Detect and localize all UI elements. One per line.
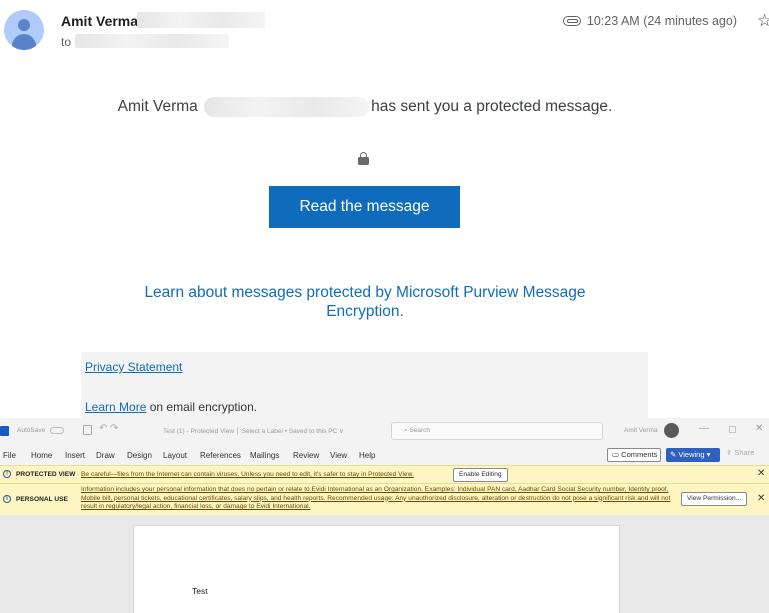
user-name[interactable]: Amit Verma [624, 427, 658, 434]
user-avatar[interactable] [664, 423, 679, 438]
ribbon-tabs: File Home Insert Draw Design Layout Refe… [0, 445, 769, 465]
email-time: 10:23 AM (24 minutes ago) [586, 14, 737, 28]
learn-more-link[interactable]: Learn More [85, 400, 146, 414]
minimize-icon[interactable]: — [699, 423, 709, 434]
sender-avatar[interactable] [4, 10, 44, 50]
close-icon[interactable]: ✕ [755, 423, 763, 434]
view-permission-button[interactable]: View Permission... [681, 492, 748, 506]
tab-home[interactable]: Home [31, 451, 52, 460]
tab-review[interactable]: Review [293, 451, 319, 460]
learn-more-suffix: on email encryption. [149, 400, 258, 414]
save-icon[interactable] [83, 425, 92, 435]
protected-text: has sent you a protected message. [371, 98, 613, 116]
learn-more-line: Learn More on email encryption. [85, 400, 257, 414]
privacy-statement-link[interactable]: Privacy Statement [85, 360, 182, 374]
person-icon-head [18, 19, 30, 31]
redacted-sender-email [137, 12, 265, 28]
tab-mailings[interactable]: Mailings [250, 451, 279, 460]
sender-name[interactable]: Amit Verma [61, 13, 138, 29]
tab-file[interactable]: File [3, 451, 16, 460]
comments-button[interactable]: ▭ Comments [607, 448, 661, 462]
personal-use-message[interactable]: Information includes your personal infor… [81, 486, 671, 512]
close-bar-icon[interactable]: ✕ [757, 493, 765, 504]
learn-about-encryption-link[interactable]: Learn about messages protected by Micros… [130, 283, 600, 321]
tab-insert[interactable]: Insert [65, 451, 85, 460]
comment-icon: ▭ [612, 450, 622, 459]
protected-view-title: PROTECTED VIEW [16, 471, 76, 478]
protected-sender: Amit Verma [117, 98, 198, 116]
email-meta: 10:23 AM (24 minutes ago) [562, 14, 737, 28]
tab-design[interactable]: Design [127, 451, 152, 460]
tab-help[interactable]: Help [359, 451, 375, 460]
star-icon[interactable]: ☆ [757, 11, 769, 31]
undo-icon[interactable]: ↶ ↷ [99, 423, 119, 434]
viewing-mode-button[interactable]: ✎ Viewing ▾ [666, 448, 720, 462]
tab-layout[interactable]: Layout [163, 451, 187, 460]
document-text[interactable]: Test [192, 586, 208, 596]
search-placeholder: Search [409, 427, 431, 434]
share-button[interactable]: ⇪ Share [726, 448, 754, 457]
viewing-label: Viewing [678, 450, 705, 459]
redacted-recipient [75, 34, 229, 48]
word-titlebar: AutoSave ↶ ↷ Test (1) - Protected View │… [0, 418, 769, 445]
info-icon: i [3, 495, 11, 503]
protected-view-bar: ! PROTECTED VIEW Be careful—files from t… [0, 465, 769, 483]
enable-editing-button[interactable]: Enable Editing [453, 468, 508, 482]
maximize-icon[interactable]: ▢ [728, 424, 737, 435]
redacted-sender-address [204, 97, 370, 117]
autosave-toggle[interactable] [50, 427, 64, 434]
protected-view-message[interactable]: Be careful—files from the Internet can c… [81, 471, 414, 478]
tab-references[interactable]: References [200, 451, 241, 460]
comments-label: Comments [621, 450, 658, 459]
shield-icon: ! [3, 470, 11, 478]
document-page[interactable]: Test [133, 525, 620, 613]
word-window: AutoSave ↶ ↷ Test (1) - Protected View │… [0, 418, 769, 613]
tab-view[interactable]: View [330, 451, 347, 460]
read-message-button[interactable]: Read the message [269, 186, 460, 228]
personal-use-bar: i PERSONAL USE Information includes your… [0, 483, 769, 515]
close-bar-icon[interactable]: ✕ [757, 468, 765, 479]
attachment-icon [562, 16, 581, 26]
chevron-down-icon: ▾ [704, 450, 711, 459]
share-label: Share [734, 448, 755, 457]
word-logo-icon [0, 426, 9, 436]
tab-draw[interactable]: Draw [96, 451, 115, 460]
email-footer: Privacy Statement Learn More on email en… [81, 352, 648, 418]
personal-use-title: PERSONAL USE [16, 496, 68, 503]
protected-message-line: Amit Verma has sent you a protected mess… [0, 97, 730, 117]
search-input[interactable]: ⌕ Search [391, 422, 603, 440]
person-icon-body [12, 34, 36, 50]
autosave-label: AutoSave [17, 427, 46, 434]
lock-icon [358, 152, 369, 165]
document-title[interactable]: Test (1) - Protected View │ Select a Lab… [163, 427, 344, 435]
